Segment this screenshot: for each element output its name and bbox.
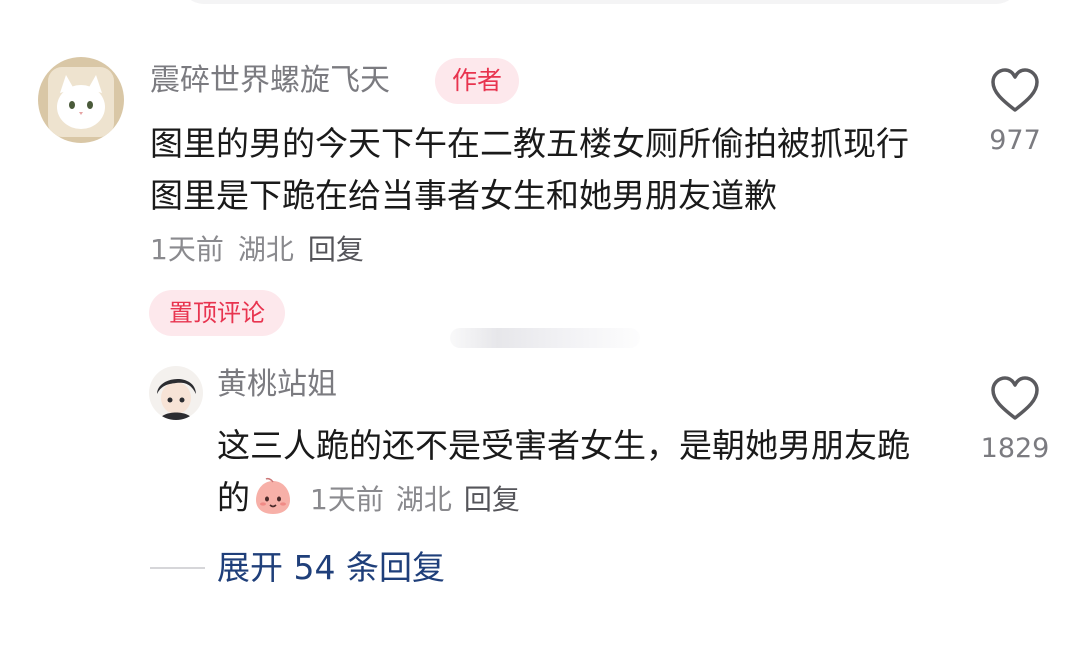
comment-meta: 1天前 湖北 回复 bbox=[150, 232, 378, 268]
comment-input-bar[interactable] bbox=[180, 0, 1020, 4]
blurred-content bbox=[450, 328, 640, 348]
author-badge: 作者 bbox=[435, 58, 519, 104]
avatar[interactable] bbox=[149, 366, 203, 420]
like-count: 1829 bbox=[980, 433, 1050, 464]
comment-thread: 震碎世界螺旋飞天 作者 图里的男的今天下午在二教五楼女厕所偷拍被抓现行 图里是下… bbox=[0, 0, 1080, 663]
reply-meta: 1天前 湖北 回复 bbox=[310, 483, 532, 516]
expand-replies-button[interactable]: 展开 54 条回复 bbox=[217, 545, 445, 591]
heart-icon bbox=[991, 376, 1039, 420]
comment-location: 湖北 bbox=[237, 233, 294, 266]
expand-divider bbox=[150, 567, 205, 569]
white-cat-in-toast-avatar-icon bbox=[38, 57, 124, 143]
reply-username[interactable]: 黄桃站姐 bbox=[217, 365, 337, 405]
like-button[interactable]: 977 bbox=[970, 68, 1060, 158]
avatar[interactable] bbox=[38, 57, 124, 143]
reply-button[interactable]: 回复 bbox=[464, 483, 520, 516]
reply-time: 1天前 bbox=[310, 483, 384, 516]
comment-username[interactable]: 震碎世界螺旋飞天 bbox=[150, 61, 390, 101]
comment-time: 1天前 bbox=[150, 233, 224, 266]
reply-button[interactable]: 回复 bbox=[308, 233, 364, 266]
like-count: 977 bbox=[989, 125, 1041, 156]
anime-boy-avatar-icon bbox=[149, 366, 203, 420]
reply-location: 湖北 bbox=[395, 483, 452, 516]
heart-icon bbox=[991, 68, 1039, 112]
reply-text-block: 这三人跪的还不是受害者女生，是朝她男朋友跪的 1天前 湖北 回复 bbox=[217, 420, 937, 526]
like-button[interactable]: 1829 bbox=[970, 376, 1060, 466]
pinned-comment-badge: 置顶评论 bbox=[149, 290, 285, 336]
peach-face-emoji-icon bbox=[256, 477, 290, 514]
comment-text: 图里的男的今天下午在二教五楼女厕所偷拍被抓现行 图里是下跪在给当事者女生和她男朋… bbox=[150, 124, 909, 215]
